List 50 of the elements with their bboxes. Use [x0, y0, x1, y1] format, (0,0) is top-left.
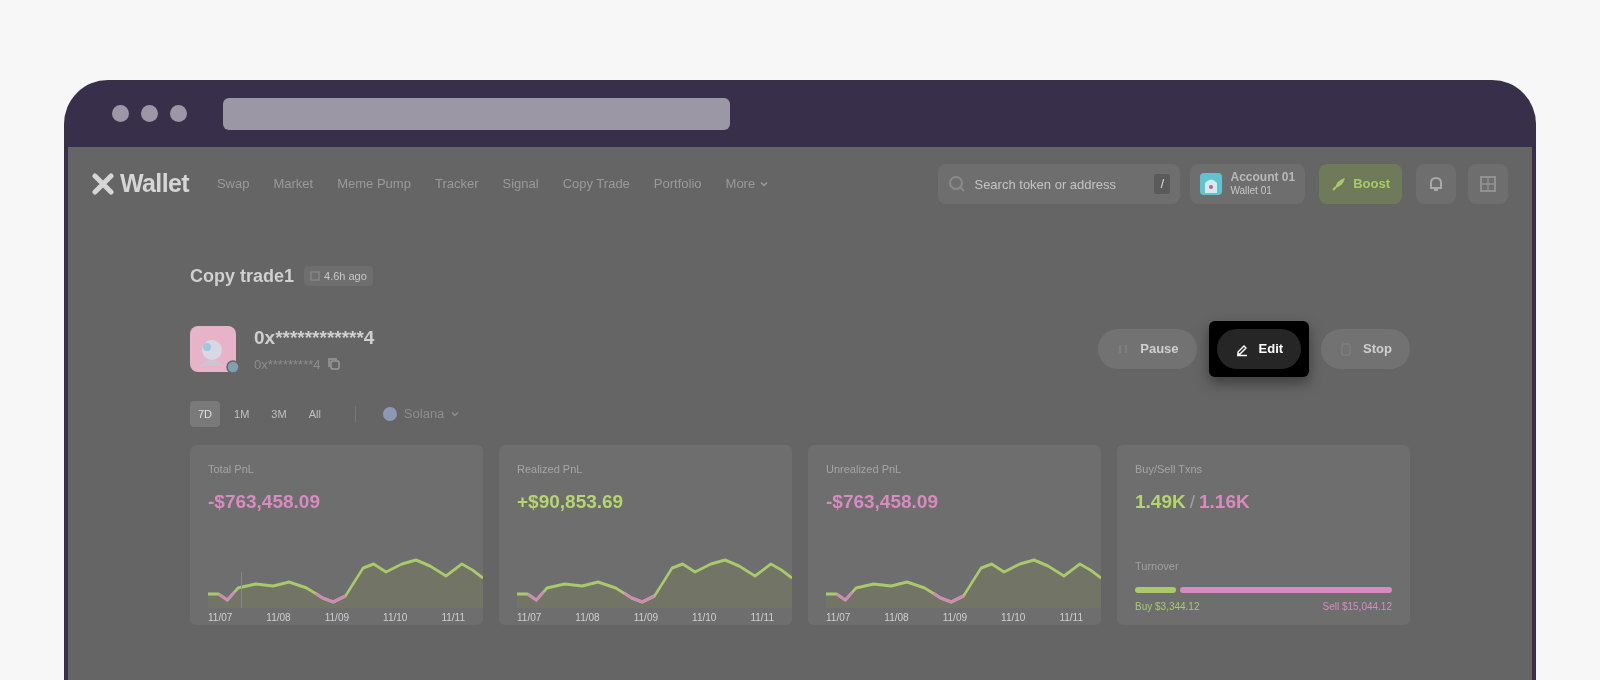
- pnl-value: +$90,853.69: [516, 489, 625, 514]
- axis-label: 11/09: [324, 611, 349, 625]
- logo-icon: [92, 173, 114, 195]
- period-tab[interactable]: All: [300, 401, 329, 427]
- axis-label: 11/11: [1059, 611, 1083, 625]
- pnl-value: -$763,458.09: [207, 489, 321, 514]
- axis-label: 11/11: [750, 611, 774, 625]
- notification-button[interactable]: [1416, 164, 1456, 204]
- axis-label: 11/08: [575, 611, 600, 625]
- axis-label: 11/07: [208, 611, 233, 625]
- axis-label: 11/07: [517, 611, 542, 625]
- page-title: Copy trade1: [190, 264, 295, 288]
- copy-icon: [326, 357, 341, 372]
- axis-label: 11/10: [1001, 611, 1026, 625]
- axis-label: 11/08: [266, 611, 291, 625]
- wallet-address: 0x************4: [254, 326, 375, 350]
- grid-icon: [1479, 175, 1497, 193]
- age-badge: 4.6h ago: [304, 266, 373, 286]
- sell-count: 1.16K: [1199, 489, 1250, 514]
- axis-label: 11/11: [441, 611, 465, 625]
- search-icon: [948, 175, 967, 193]
- wallet-name: Wallet 01: [1230, 185, 1273, 198]
- pnl-value: -$763,458.09: [825, 489, 939, 514]
- period-tab[interactable]: 3M: [263, 401, 295, 427]
- chevron-down-icon: [450, 409, 461, 419]
- axis-label: 11/07: [826, 611, 851, 625]
- stop-button[interactable]: Stop: [1321, 329, 1410, 369]
- axis-label: 11/10: [692, 611, 717, 625]
- account-name: Account 01: [1230, 170, 1296, 186]
- separator: /: [1189, 489, 1195, 514]
- address-bar[interactable]: [223, 97, 730, 130]
- avatar-icon: [1200, 173, 1223, 195]
- axis-label: 11/08: [884, 611, 909, 625]
- menu-button[interactable]: [1468, 164, 1508, 204]
- period-tab[interactable]: 7D: [190, 401, 221, 427]
- chain-icon: [381, 406, 398, 422]
- axis-label: 11/09: [942, 611, 967, 625]
- axis-label: 11/10: [383, 611, 408, 625]
- account-switcher[interactable]: Account 01 Wallet 01: [1190, 164, 1306, 204]
- sell-amount: Sell $15,044.12: [1322, 599, 1392, 614]
- buy-amount: Buy $3,344.12: [1135, 599, 1200, 614]
- pause-button[interactable]: Pause: [1098, 329, 1197, 369]
- bell-icon: [1427, 175, 1445, 193]
- shortcut-key: /: [1154, 174, 1171, 194]
- buy-count: 1.49K: [1135, 489, 1186, 514]
- axis-label: 11/09: [633, 611, 658, 625]
- edit-button[interactable]: Edit: [1216, 329, 1302, 369]
- boost-button[interactable]: Boost: [1319, 164, 1402, 204]
- period-tab[interactable]: 1M: [226, 401, 258, 427]
- brand-name: Wallet: [120, 168, 189, 200]
